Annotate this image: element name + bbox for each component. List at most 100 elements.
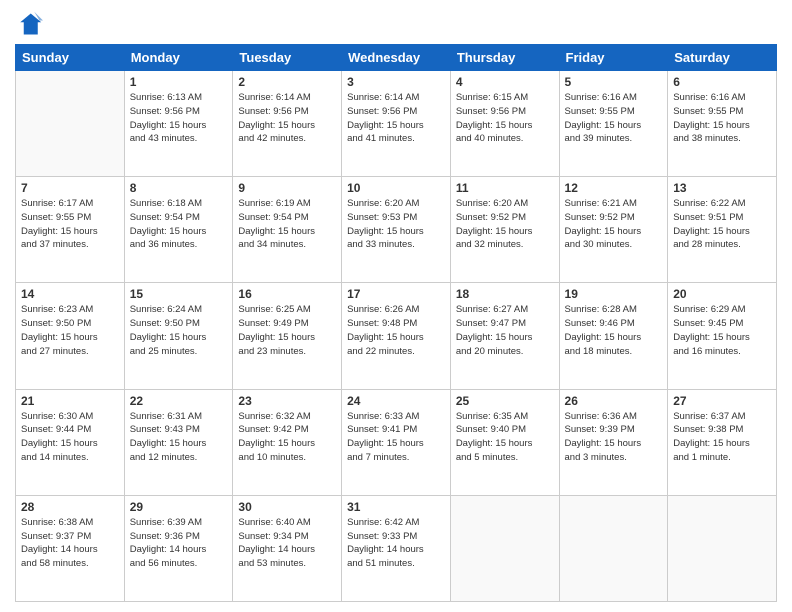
calendar-cell: 13 Sunrise: 6:22 AM Sunset: 9:51 PM Dayli… [668, 177, 777, 283]
day-info: Sunrise: 6:30 AM Sunset: 9:44 PM Dayligh… [21, 410, 119, 465]
day-number: 9 [238, 181, 336, 195]
day-number: 17 [347, 287, 445, 301]
logo [15, 10, 47, 38]
day-info: Sunrise: 6:24 AM Sunset: 9:50 PM Dayligh… [130, 303, 228, 358]
day-number: 15 [130, 287, 228, 301]
day-number: 22 [130, 394, 228, 408]
calendar-cell: 20 Sunrise: 6:29 AM Sunset: 9:45 PM Dayli… [668, 283, 777, 389]
calendar-cell: 4 Sunrise: 6:15 AM Sunset: 9:56 PM Daylig… [450, 71, 559, 177]
day-number: 8 [130, 181, 228, 195]
calendar-cell [559, 495, 668, 601]
calendar-cell: 23Sunrise: 6:32 AM Sunset: 9:42 PM Dayli… [233, 389, 342, 495]
calendar-cell [668, 495, 777, 601]
calendar-cell [450, 495, 559, 601]
day-number: 7 [21, 181, 119, 195]
calendar-cell: 26 Sunrise: 6:36 AM Sunset: 9:39 PM Dayli… [559, 389, 668, 495]
day-number: 27 [673, 394, 771, 408]
weekday-thursday: Thursday [450, 45, 559, 71]
calendar-cell: 17 Sunrise: 6:26 AM Sunset: 9:48 PM Dayli… [342, 283, 451, 389]
calendar-cell: 21Sunrise: 6:30 AM Sunset: 9:44 PM Dayli… [16, 389, 125, 495]
day-info: Sunrise: 6:27 AM Sunset: 9:47 PM Dayligh… [456, 303, 554, 358]
calendar-table: SundayMondayTuesdayWednesdayThursdayFrid… [15, 44, 777, 602]
week-row-0: 1 Sunrise: 6:13 AM Sunset: 9:56 PM Daylig… [16, 71, 777, 177]
logo-icon [15, 10, 43, 38]
week-row-2: 14 Sunrise: 6:23 AM Sunset: 9:50 PM Dayli… [16, 283, 777, 389]
day-number: 18 [456, 287, 554, 301]
day-info: Sunrise: 6:25 AM Sunset: 9:49 PM Dayligh… [238, 303, 336, 358]
day-number: 23 [238, 394, 336, 408]
day-number: 1 [130, 75, 228, 89]
calendar-cell: 11 Sunrise: 6:20 AM Sunset: 9:52 PM Dayli… [450, 177, 559, 283]
calendar-cell: 7 Sunrise: 6:17 AM Sunset: 9:55 PM Daylig… [16, 177, 125, 283]
day-info: Sunrise: 6:14 AM Sunset: 9:56 PM Dayligh… [238, 91, 336, 146]
day-info: Sunrise: 6:36 AM Sunset: 9:39 PM Dayligh… [565, 410, 663, 465]
day-number: 4 [456, 75, 554, 89]
week-row-3: 21Sunrise: 6:30 AM Sunset: 9:44 PM Dayli… [16, 389, 777, 495]
day-number: 20 [673, 287, 771, 301]
day-info: Sunrise: 6:16 AM Sunset: 9:55 PM Dayligh… [673, 91, 771, 146]
calendar-cell: 31Sunrise: 6:42 AM Sunset: 9:33 PM Dayli… [342, 495, 451, 601]
day-number: 10 [347, 181, 445, 195]
calendar-cell: 15 Sunrise: 6:24 AM Sunset: 9:50 PM Dayli… [124, 283, 233, 389]
day-info: Sunrise: 6:40 AM Sunset: 9:34 PM Dayligh… [238, 516, 336, 571]
weekday-monday: Monday [124, 45, 233, 71]
calendar-cell: 28Sunrise: 6:38 AM Sunset: 9:37 PM Dayli… [16, 495, 125, 601]
day-number: 14 [21, 287, 119, 301]
calendar-cell: 2 Sunrise: 6:14 AM Sunset: 9:56 PM Daylig… [233, 71, 342, 177]
calendar-cell: 16 Sunrise: 6:25 AM Sunset: 9:49 PM Dayli… [233, 283, 342, 389]
calendar-cell: 3 Sunrise: 6:14 AM Sunset: 9:56 PM Daylig… [342, 71, 451, 177]
day-number: 11 [456, 181, 554, 195]
week-row-4: 28Sunrise: 6:38 AM Sunset: 9:37 PM Dayli… [16, 495, 777, 601]
header [15, 10, 777, 38]
weekday-header-row: SundayMondayTuesdayWednesdayThursdayFrid… [16, 45, 777, 71]
day-number: 16 [238, 287, 336, 301]
weekday-tuesday: Tuesday [233, 45, 342, 71]
day-number: 25 [456, 394, 554, 408]
day-number: 26 [565, 394, 663, 408]
day-info: Sunrise: 6:19 AM Sunset: 9:54 PM Dayligh… [238, 197, 336, 252]
calendar-cell: 25Sunrise: 6:35 AM Sunset: 9:40 PM Dayli… [450, 389, 559, 495]
calendar-cell: 9 Sunrise: 6:19 AM Sunset: 9:54 PM Daylig… [233, 177, 342, 283]
day-info: Sunrise: 6:17 AM Sunset: 9:55 PM Dayligh… [21, 197, 119, 252]
day-info: Sunrise: 6:13 AM Sunset: 9:56 PM Dayligh… [130, 91, 228, 146]
day-info: Sunrise: 6:21 AM Sunset: 9:52 PM Dayligh… [565, 197, 663, 252]
day-info: Sunrise: 6:14 AM Sunset: 9:56 PM Dayligh… [347, 91, 445, 146]
day-info: Sunrise: 6:20 AM Sunset: 9:52 PM Dayligh… [456, 197, 554, 252]
day-number: 5 [565, 75, 663, 89]
calendar-cell: 27 Sunrise: 6:37 AM Sunset: 9:38 PM Dayli… [668, 389, 777, 495]
calendar-cell: 6Sunrise: 6:16 AM Sunset: 9:55 PM Daylig… [668, 71, 777, 177]
day-info: Sunrise: 6:16 AM Sunset: 9:55 PM Dayligh… [565, 91, 663, 146]
calendar-cell [16, 71, 125, 177]
weekday-sunday: Sunday [16, 45, 125, 71]
day-number: 31 [347, 500, 445, 514]
day-info: Sunrise: 6:23 AM Sunset: 9:50 PM Dayligh… [21, 303, 119, 358]
week-row-1: 7 Sunrise: 6:17 AM Sunset: 9:55 PM Daylig… [16, 177, 777, 283]
day-info: Sunrise: 6:28 AM Sunset: 9:46 PM Dayligh… [565, 303, 663, 358]
calendar-cell: 5 Sunrise: 6:16 AM Sunset: 9:55 PM Daylig… [559, 71, 668, 177]
day-number: 29 [130, 500, 228, 514]
day-info: Sunrise: 6:22 AM Sunset: 9:51 PM Dayligh… [673, 197, 771, 252]
day-info: Sunrise: 6:26 AM Sunset: 9:48 PM Dayligh… [347, 303, 445, 358]
calendar-cell: 30 Sunrise: 6:40 AM Sunset: 9:34 PM Dayli… [233, 495, 342, 601]
day-number: 3 [347, 75, 445, 89]
day-number: 2 [238, 75, 336, 89]
day-info: Sunrise: 6:15 AM Sunset: 9:56 PM Dayligh… [456, 91, 554, 146]
day-number: 30 [238, 500, 336, 514]
calendar-cell: 8Sunrise: 6:18 AM Sunset: 9:54 PM Daylig… [124, 177, 233, 283]
calendar-cell: 10Sunrise: 6:20 AM Sunset: 9:53 PM Dayli… [342, 177, 451, 283]
calendar-cell: 12 Sunrise: 6:21 AM Sunset: 9:52 PM Dayli… [559, 177, 668, 283]
day-number: 12 [565, 181, 663, 195]
weekday-wednesday: Wednesday [342, 45, 451, 71]
day-info: Sunrise: 6:39 AM Sunset: 9:36 PM Dayligh… [130, 516, 228, 571]
day-number: 28 [21, 500, 119, 514]
day-info: Sunrise: 6:31 AM Sunset: 9:43 PM Dayligh… [130, 410, 228, 465]
day-number: 19 [565, 287, 663, 301]
day-info: Sunrise: 6:37 AM Sunset: 9:38 PM Dayligh… [673, 410, 771, 465]
day-number: 24 [347, 394, 445, 408]
day-info: Sunrise: 6:29 AM Sunset: 9:45 PM Dayligh… [673, 303, 771, 358]
calendar-cell: 1 Sunrise: 6:13 AM Sunset: 9:56 PM Daylig… [124, 71, 233, 177]
calendar-cell: 19 Sunrise: 6:28 AM Sunset: 9:46 PM Dayli… [559, 283, 668, 389]
day-number: 13 [673, 181, 771, 195]
calendar-cell: 22 Sunrise: 6:31 AM Sunset: 9:43 PM Dayli… [124, 389, 233, 495]
day-info: Sunrise: 6:33 AM Sunset: 9:41 PM Dayligh… [347, 410, 445, 465]
